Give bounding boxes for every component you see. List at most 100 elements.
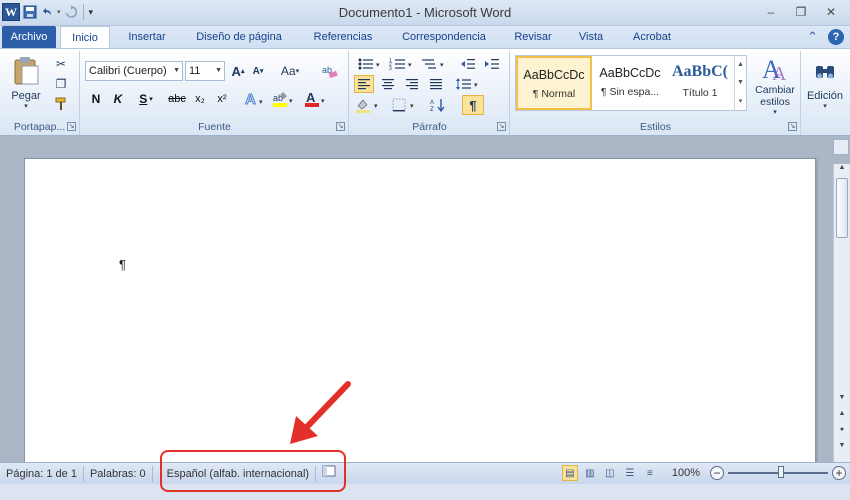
clipboard-launcher-icon[interactable]: ↘: [67, 122, 76, 131]
help-icon[interactable]: ?: [828, 29, 844, 45]
style-normal[interactable]: AaBbCcDc ¶ Normal: [516, 56, 592, 110]
draft-view-icon[interactable]: ≡: [642, 465, 658, 481]
font-color-icon[interactable]: A ▾: [303, 89, 329, 109]
document-page[interactable]: [24, 158, 816, 463]
scroll-thumb[interactable]: [836, 178, 848, 238]
change-styles-button[interactable]: AA Cambiar estilos ▾: [751, 53, 799, 117]
align-center-button[interactable]: [378, 75, 398, 93]
style-sin-espaciado[interactable]: AaBbCcDc ¶ Sin espa...: [592, 56, 668, 110]
zoom-controls: ▤ ▥ ◫ ☰ ≡ 100% − +: [561, 465, 846, 481]
grow-font-button[interactable]: A ▴: [229, 62, 247, 80]
status-bar: Página: 1 de 1 Palabras: 0 Español (alfa…: [0, 462, 850, 484]
scroll-up-icon[interactable]: ▲: [834, 164, 850, 176]
bold-button[interactable]: N: [87, 89, 105, 109]
vertical-scrollbar[interactable]: ▲ ▼ ▲ ● ▼: [833, 164, 850, 462]
svg-text:▾: ▾: [408, 62, 412, 69]
text-effects-icon[interactable]: A ▾: [243, 89, 267, 109]
zoom-out-icon[interactable]: −: [710, 466, 724, 480]
svg-text:▾: ▾: [474, 82, 478, 89]
justify-button[interactable]: [426, 75, 446, 93]
svg-text:▾: ▾: [440, 62, 444, 69]
styles-up-icon[interactable]: ▲: [737, 61, 744, 68]
increase-indent-icon[interactable]: [482, 55, 502, 73]
zoom-slider[interactable]: [728, 466, 828, 478]
styles-more-icon[interactable]: ▾: [739, 97, 743, 105]
outline-view-icon[interactable]: ☰: [622, 465, 638, 481]
multilevel-list-icon[interactable]: ▾: [420, 55, 448, 73]
editing-button[interactable]: Edición ▾: [804, 55, 846, 115]
next-page-icon[interactable]: ▼: [834, 442, 850, 454]
print-layout-view-icon[interactable]: ▤: [561, 465, 578, 481]
styles-scroll[interactable]: ▲ ▼ ▾: [734, 56, 746, 110]
tab-revisar[interactable]: Revisar: [508, 26, 558, 48]
svg-text:▾: ▾: [376, 62, 380, 69]
svg-text:▾: ▾: [259, 99, 263, 106]
page-count[interactable]: Página: 1 de 1: [0, 465, 84, 482]
svg-text:3: 3: [389, 66, 392, 71]
superscript-button[interactable]: x²: [213, 89, 231, 109]
format-painter-icon[interactable]: [52, 95, 70, 113]
web-layout-icon[interactable]: ◫: [602, 465, 618, 481]
font-launcher-icon[interactable]: ↘: [336, 122, 345, 131]
annotation-arrow-icon: [290, 381, 351, 444]
decrease-indent-icon[interactable]: [458, 55, 478, 73]
underline-button[interactable]: S ▾: [133, 89, 159, 109]
browse-object-icon[interactable]: ●: [834, 426, 850, 438]
bullets-icon[interactable]: ▾: [356, 55, 384, 73]
tab-diseno-de-pagina[interactable]: Diseño de página: [186, 26, 292, 48]
sort-icon[interactable]: AZ: [428, 95, 450, 115]
numbering-icon[interactable]: 1 2 3 ▾: [388, 55, 416, 73]
cut-icon[interactable]: ✂: [52, 55, 70, 73]
shrink-font-button[interactable]: A ▾: [249, 62, 267, 80]
font-size-select[interactable]: 11 ▼: [185, 61, 225, 81]
group-edicion: Edición ▾: [802, 51, 848, 135]
clear-formatting-icon[interactable]: ab: [319, 61, 341, 81]
svg-text:A: A: [430, 100, 434, 106]
minimize-ribbon-icon[interactable]: ⌃: [807, 29, 818, 45]
align-right-button[interactable]: [402, 75, 422, 93]
document-area: [0, 137, 850, 463]
tab-acrobat[interactable]: Acrobat: [622, 26, 682, 48]
styles-launcher-icon[interactable]: ↘: [788, 122, 797, 131]
taskbar-strip: [0, 484, 850, 500]
svg-text:▾: ▾: [321, 98, 325, 105]
borders-icon[interactable]: ▾: [390, 95, 418, 115]
zoom-slider-thumb[interactable]: [778, 466, 784, 478]
show-hide-pilcrow-button[interactable]: ¶: [462, 95, 484, 115]
paragraph-launcher-icon[interactable]: ↘: [497, 122, 506, 131]
previous-page-icon[interactable]: ▲: [834, 410, 850, 422]
close-button[interactable]: ✕: [816, 0, 846, 24]
tab-insertar[interactable]: Insertar: [118, 26, 176, 48]
zoom-level[interactable]: 100%: [672, 467, 700, 479]
word-count[interactable]: Palabras: 0: [84, 465, 153, 482]
subscript-button[interactable]: x₂: [191, 89, 209, 109]
copy-icon[interactable]: ❐: [52, 75, 70, 93]
tab-inicio[interactable]: Inicio: [60, 26, 110, 49]
tab-referencias[interactable]: Referencias: [304, 26, 382, 48]
style-titulo-1[interactable]: AaBbC( Título 1: [664, 56, 736, 110]
scroll-down-icon[interactable]: ▼: [834, 394, 850, 406]
strikethrough-button[interactable]: abc: [165, 89, 189, 109]
styles-gallery: AaBbCcDc ¶ Normal AaBbCcDc ¶ Sin espa...…: [515, 55, 747, 111]
line-spacing-icon[interactable]: ▾: [454, 75, 482, 93]
italic-button[interactable]: K: [109, 89, 127, 109]
align-left-button[interactable]: [354, 75, 374, 93]
change-case-button[interactable]: Aa ▾: [277, 62, 303, 80]
font-family-select[interactable]: Calibri (Cuerpo) ▼: [85, 61, 183, 81]
clipboard-icon: [14, 57, 39, 85]
styles-down-icon[interactable]: ▼: [737, 79, 744, 86]
annotation-highlight-box: [160, 450, 346, 492]
full-screen-reading-icon[interactable]: ▥: [582, 465, 598, 481]
paste-button[interactable]: Pegar ▾: [6, 55, 46, 111]
maximize-button[interactable]: ❐: [786, 0, 816, 24]
view-ruler-icon[interactable]: [833, 139, 849, 155]
highlight-color-icon[interactable]: ab ▾: [271, 89, 297, 109]
tab-vista[interactable]: Vista: [570, 26, 612, 48]
shading-icon[interactable]: ▾: [354, 95, 382, 115]
minimize-button[interactable]: –: [756, 0, 786, 24]
tab-correspondencia[interactable]: Correspondencia: [392, 26, 496, 48]
tab-archivo[interactable]: Archivo: [2, 26, 56, 48]
svg-text:▾: ▾: [410, 103, 414, 110]
ribbon-tabs: Archivo Inicio Insertar Diseño de página…: [0, 26, 850, 49]
zoom-in-icon[interactable]: +: [832, 466, 846, 480]
